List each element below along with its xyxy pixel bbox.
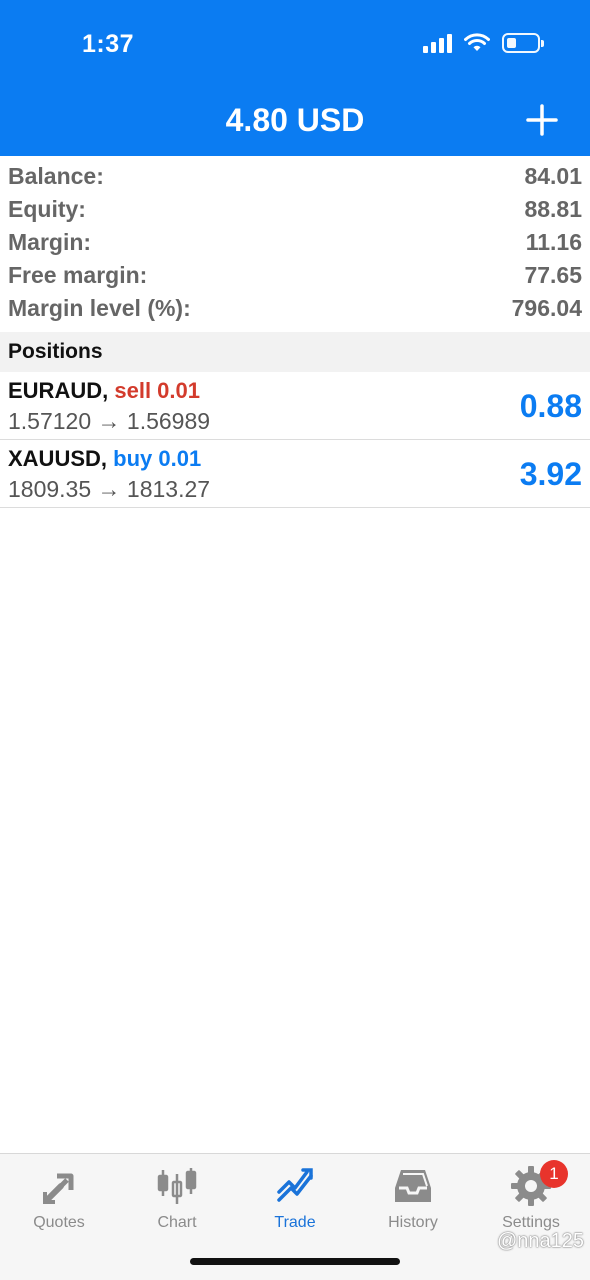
position-side: sell 0.01 <box>114 378 200 403</box>
summary-label: Margin: <box>8 229 92 255</box>
summary-value: 11.16 <box>525 229 582 255</box>
summary-value: 88.81 <box>524 196 582 222</box>
summary-label: Balance: <box>8 163 104 189</box>
cellular-signal-icon <box>423 33 452 53</box>
positions-heading: Positions <box>0 332 590 372</box>
tab-label: History <box>388 1214 438 1231</box>
inbox-tray-icon <box>395 1170 431 1202</box>
tab-label: Trade <box>274 1214 316 1231</box>
status-icons <box>423 33 544 53</box>
tab-label: Settings <box>502 1214 560 1231</box>
trade-trend-icon <box>277 1168 313 1202</box>
account-summary: Balance: 84.01 Equity: 88.81 Margin: 11.… <box>0 160 590 325</box>
position-profit: 0.88 <box>519 388 582 424</box>
summary-value: 77.65 <box>524 262 582 288</box>
wifi-icon <box>464 33 490 51</box>
summary-value: 84.01 <box>524 163 582 189</box>
header-bar: 1:37 4.80 USD <box>0 0 590 156</box>
battery-icon <box>502 33 544 53</box>
summary-row-margin: Margin: 11.16 <box>0 226 590 259</box>
positions-list: EURAUD, sell 0.01 1.57120 → 1.56989 0.88… <box>0 372 590 508</box>
summary-value: 796.04 <box>511 295 582 321</box>
summary-row-free-margin: Free margin: 77.65 <box>0 259 590 292</box>
tab-settings[interactable]: 1 Settings <box>472 1160 590 1232</box>
quotes-arrows-icon <box>43 1173 74 1204</box>
position-symbol: XAUUSD, <box>8 446 108 471</box>
status-time: 1:37 <box>82 30 135 58</box>
candlestick-icon <box>157 1168 197 1204</box>
tab-label: Chart <box>157 1214 197 1231</box>
position-symbol: EURAUD, <box>8 378 109 403</box>
position-side: buy 0.01 <box>113 446 202 471</box>
tab-label: Quotes <box>33 1214 85 1231</box>
home-indicator <box>190 1258 400 1265</box>
summary-label: Margin level (%): <box>8 295 191 321</box>
position-prices: 1809.35 → 1813.27 <box>8 476 211 502</box>
position-profit: 3.92 <box>519 456 582 492</box>
watermark: @nna125 <box>496 1230 584 1252</box>
summary-label: Equity: <box>8 196 86 222</box>
tab-quotes[interactable]: Quotes <box>0 1164 118 1232</box>
position-title: XAUUSD, buy 0.01 <box>8 446 201 472</box>
position-row-euraud[interactable]: EURAUD, sell 0.01 1.57120 → 1.56989 0.88 <box>0 372 590 440</box>
page-title: 4.80 USD <box>225 102 365 138</box>
summary-row-margin-level: Margin level (%): 796.04 <box>0 292 590 325</box>
summary-label: Free margin: <box>8 262 148 288</box>
position-prices: 1.57120 → 1.56989 <box>8 408 211 434</box>
position-row-xauusd[interactable]: XAUUSD, buy 0.01 1809.35 → 1813.27 3.92 <box>0 440 590 508</box>
summary-row-equity: Equity: 88.81 <box>0 193 590 226</box>
tab-trade[interactable]: Trade <box>236 1164 354 1232</box>
summary-row-balance: Balance: 84.01 <box>0 160 590 193</box>
position-title: EURAUD, sell 0.01 <box>8 378 200 404</box>
add-order-icon[interactable] <box>520 98 564 142</box>
tab-history[interactable]: History <box>354 1164 472 1232</box>
notification-badge: 1 <box>540 1160 568 1188</box>
tab-chart[interactable]: Chart <box>118 1164 236 1232</box>
